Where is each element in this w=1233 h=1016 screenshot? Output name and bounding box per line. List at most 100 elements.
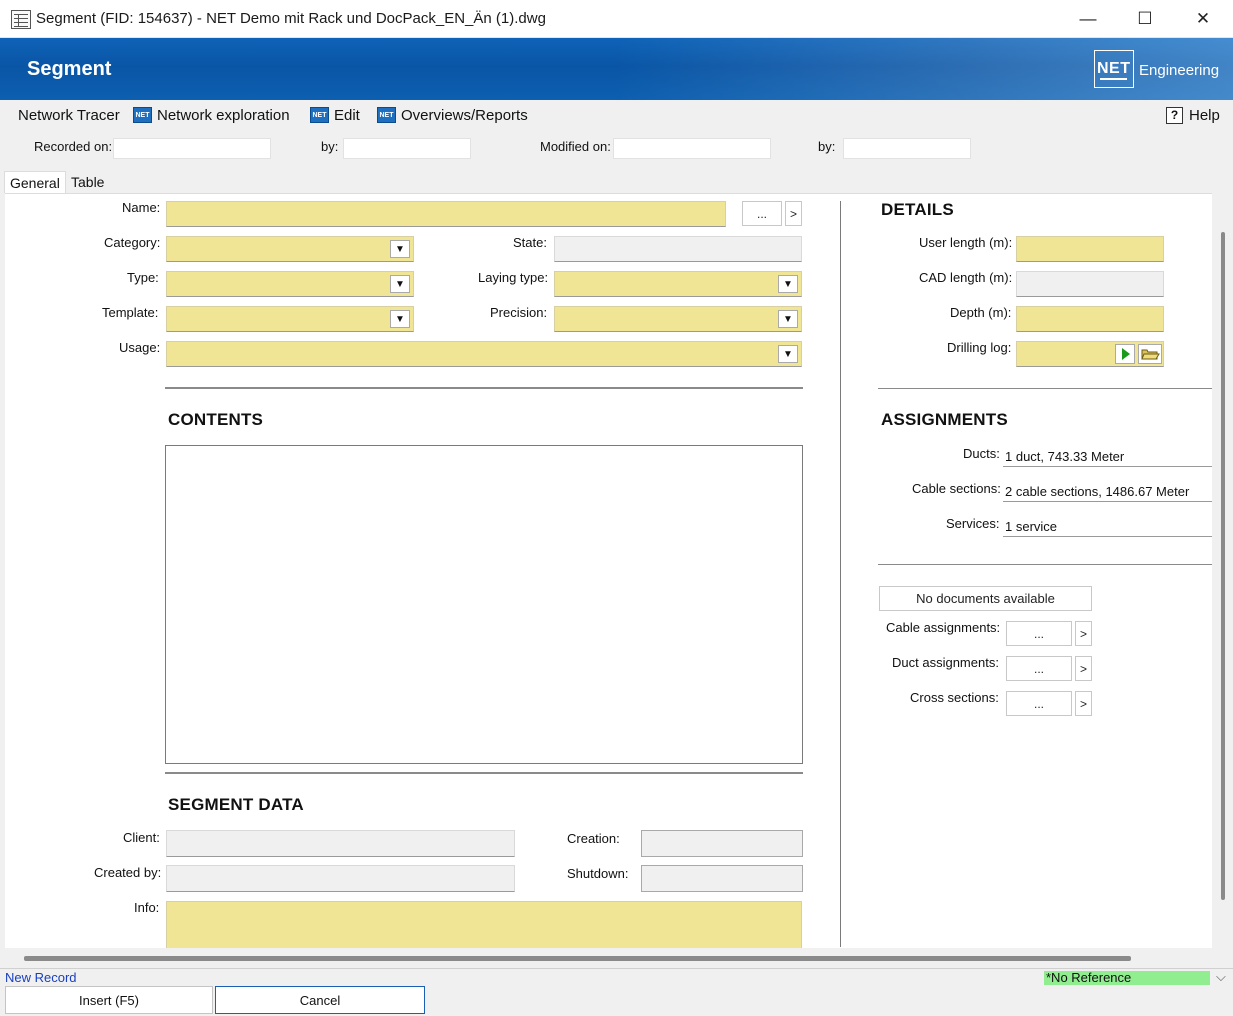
reference-status: *No Reference — [1044, 971, 1210, 985]
menu-label: Help — [1189, 106, 1220, 124]
type-label: Type: — [127, 270, 159, 285]
precision-select[interactable]: ▼ — [554, 306, 802, 332]
creation-field — [641, 830, 803, 857]
cable-sections-value[interactable]: 2 cable sections, 1486.67 Meter — [1003, 480, 1212, 502]
divider — [165, 772, 803, 774]
name-input[interactable] — [166, 201, 726, 227]
cable-assignments-goto-button[interactable]: > — [1075, 621, 1092, 646]
laying-type-label: Laying type: — [478, 270, 549, 285]
window-title: Segment (FID: 154637) - NET Demo mit Rac… — [36, 10, 546, 27]
duct-assignments-label: Duct assignments: — [892, 655, 999, 670]
laying-type-select[interactable]: ▼ — [554, 271, 802, 297]
state-label: State: — [513, 235, 547, 250]
logo-text: Engineering — [1139, 62, 1220, 79]
contents-textarea[interactable] — [165, 445, 803, 764]
template-select[interactable]: ▼ — [166, 306, 414, 332]
column-separator — [840, 201, 841, 947]
type-select[interactable]: ▼ — [166, 271, 414, 297]
cad-length-field — [1016, 271, 1164, 297]
cancel-button[interactable]: Cancel — [215, 986, 425, 1014]
creation-label: Creation: — [567, 831, 620, 846]
info-label: Info: — [134, 900, 160, 915]
usage-select[interactable]: ▼ — [166, 341, 802, 367]
recorded-by-field[interactable] — [343, 138, 471, 159]
category-select[interactable]: ▼ — [166, 236, 414, 262]
ducts-value[interactable]: 1 duct, 743.33 Meter — [1003, 445, 1212, 467]
cross-sections-goto-button[interactable]: > — [1075, 691, 1092, 716]
cross-sections-button[interactable]: ... — [1006, 691, 1072, 716]
new-record-status: New Record — [5, 970, 77, 985]
maximize-button[interactable]: ☐ — [1116, 0, 1174, 38]
divider — [878, 564, 1212, 565]
shutdown-label: Shutdown: — [567, 866, 629, 881]
category-label: Category: — [104, 235, 161, 250]
chevron-down-icon: ▼ — [390, 275, 410, 293]
menu-network-exploration[interactable]: NET Network exploration — [133, 105, 290, 125]
chevron-down-icon: ▼ — [778, 310, 798, 328]
usage-label: Usage: — [119, 340, 161, 355]
tab-general[interactable]: General — [4, 171, 66, 193]
depth-input[interactable] — [1016, 306, 1164, 332]
services-label: Services: — [946, 516, 1000, 531]
tab-table[interactable]: Table — [66, 171, 109, 193]
menu-overviews-reports[interactable]: NET Overviews/Reports — [377, 105, 528, 125]
ducts-label: Ducts: — [963, 446, 1000, 461]
modified-on-field[interactable] — [613, 138, 771, 159]
menu-network-tracer[interactable]: Network Tracer — [18, 105, 120, 125]
menu-label: Overviews/Reports — [401, 106, 528, 124]
divider — [878, 388, 1212, 389]
folder-open-icon[interactable] — [1138, 344, 1162, 364]
chevron-down-icon: ▼ — [778, 345, 798, 363]
name-browse-button[interactable]: ... — [742, 201, 782, 226]
menu-label: Network exploration — [157, 106, 290, 124]
header-banner: Segment Engineering — [0, 38, 1233, 100]
template-label: Template: — [102, 305, 159, 320]
vertical-scrollbar[interactable] — [1221, 232, 1225, 900]
recorded-on-field[interactable] — [113, 138, 271, 159]
menu-edit[interactable]: NET Edit — [310, 105, 360, 125]
shutdown-field — [641, 865, 803, 892]
net-icon: NET — [377, 107, 396, 123]
state-field — [554, 236, 802, 262]
logo-net-text: NET — [1097, 60, 1131, 77]
info-textarea[interactable] — [166, 901, 802, 948]
client-field — [166, 830, 515, 857]
chevron-down-icon[interactable]: ⌵ — [1216, 969, 1226, 985]
name-goto-button[interactable]: > — [785, 201, 802, 226]
modified-by-label: by: — [818, 139, 836, 154]
net-icon: NET — [133, 107, 152, 123]
modified-by-field[interactable] — [843, 138, 971, 159]
client-label: Client: — [123, 830, 160, 845]
depth-label: Depth (m): — [950, 305, 1012, 320]
services-value[interactable]: 1 service — [1003, 515, 1212, 537]
segment-data-title: SEGMENT DATA — [168, 795, 304, 814]
chevron-down-icon: ▼ — [390, 240, 410, 258]
duct-assignments-button[interactable]: ... — [1006, 656, 1072, 681]
modified-on-label: Modified on: — [540, 139, 611, 154]
duct-assignments-goto-button[interactable]: > — [1075, 656, 1092, 681]
title-bar: Segment (FID: 154637) - NET Demo mit Rac… — [0, 0, 1233, 38]
horizontal-scrollbar[interactable] — [24, 956, 1131, 961]
contents-title: CONTENTS — [168, 410, 264, 429]
no-documents-button[interactable]: No documents available — [879, 586, 1092, 611]
user-length-label: User length (m): — [919, 235, 1013, 250]
minimize-button[interactable]: — — [1059, 0, 1117, 38]
cable-sections-label: Cable sections: — [912, 481, 1001, 496]
cable-assignments-button[interactable]: ... — [1006, 621, 1072, 646]
net-logo: NET — [1094, 50, 1134, 88]
chevron-down-icon: ▼ — [778, 275, 798, 293]
name-label: Name: — [122, 200, 161, 215]
menu-label: Network Tracer — [18, 106, 120, 124]
user-length-input[interactable] — [1016, 236, 1164, 262]
recorded-by-label: by: — [321, 139, 339, 154]
insert-button[interactable]: Insert (F5) — [5, 986, 213, 1014]
drilling-log-label: Drilling log: — [947, 340, 1012, 355]
play-icon[interactable] — [1115, 344, 1135, 364]
status-divider — [0, 968, 1233, 969]
menu-help[interactable]: ? Help — [1166, 105, 1220, 125]
cable-assignments-label: Cable assignments: — [886, 620, 1001, 635]
details-title: DETAILS — [881, 200, 954, 219]
close-button[interactable]: ✕ — [1174, 0, 1232, 38]
assignments-title: ASSIGNMENTS — [881, 410, 1008, 429]
banner-title: Segment — [27, 58, 112, 80]
